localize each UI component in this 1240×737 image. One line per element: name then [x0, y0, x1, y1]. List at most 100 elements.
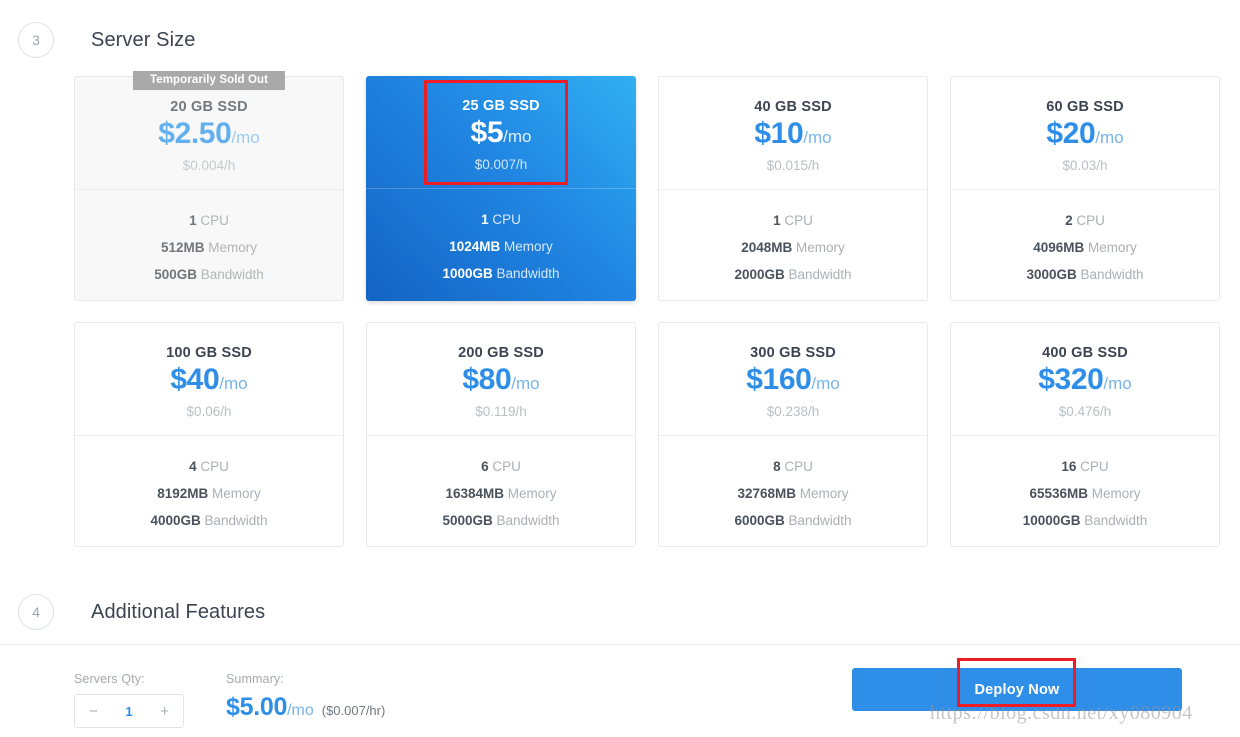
plan-hourly-price: $0.03/h	[1062, 158, 1108, 173]
plan-price-period: /mo	[503, 127, 532, 146]
plan-hourly-price: $0.015/h	[766, 158, 820, 173]
spec-memory: 4096MB Memory	[951, 240, 1219, 255]
plan-price: $80/mo	[367, 365, 635, 395]
plan-card-header: 25 GB SSD $5/mo $0.007/h	[366, 76, 636, 189]
spec-memory-value: 32768MB	[737, 486, 796, 501]
spec-bandwidth-value: 10000GB	[1022, 513, 1081, 528]
spec-cpu: 1 CPU	[659, 213, 927, 228]
page-root: 3 Server Size Temporarily Sold Out 20 GB …	[0, 0, 1240, 737]
decrement-icon[interactable]: −	[89, 703, 98, 720]
plan-price-amount: $80	[462, 363, 512, 396]
spec-cpu-value: 6	[481, 459, 489, 474]
plan-price-period: /mo	[811, 374, 840, 393]
spec-memory-value: 4096MB	[1033, 240, 1085, 255]
spec-cpu-label: CPU	[784, 459, 813, 474]
plan-card-header: 400 GB SSD $320/mo $0.476/h	[951, 323, 1219, 436]
plan-title: 20 GB SSD	[170, 99, 248, 115]
plan-price-amount: $160	[746, 363, 812, 396]
status-badge: Temporarily Sold Out	[132, 71, 286, 90]
spec-bandwidth-label: Bandwidth	[788, 267, 852, 282]
plan-card[interactable]: 300 GB SSD $160/mo $0.238/h 8 CPU 32768MB Me…	[658, 322, 928, 547]
plan-card[interactable]: 60 GB SSD $20/mo $0.03/h 2 CPU 4096MB Memory…	[950, 76, 1220, 301]
quantity-stepper[interactable]: − 1 +	[74, 694, 184, 728]
plan-title: 400 GB SSD	[1042, 345, 1128, 361]
deploy-now-button[interactable]: Deploy Now	[852, 668, 1182, 711]
spec-memory-label: Memory	[208, 240, 258, 255]
spec-cpu-value: 1	[481, 212, 489, 227]
spec-memory: 2048MB Memory	[659, 240, 927, 255]
spec-cpu: 4 CPU	[75, 459, 343, 474]
section-title-additional-features: Additional Features	[91, 600, 266, 623]
plan-title: 200 GB SSD	[458, 345, 544, 361]
plan-price-period: /mo	[219, 374, 248, 393]
server-size-grid: Temporarily Sold Out 20 GB SSD $2.50/mo $0.…	[74, 71, 1220, 547]
plan-card[interactable]: 400 GB SSD $320/mo $0.476/h 16 CPU 65536MB M…	[950, 322, 1220, 547]
spec-bandwidth-value: 4000GB	[150, 513, 201, 528]
plan-price-period: /mo	[803, 128, 832, 147]
plan-price: $160/mo	[659, 365, 927, 395]
quantity-value[interactable]: 1	[125, 704, 132, 719]
plan-hourly-price: $0.06/h	[186, 404, 232, 419]
spec-bandwidth-label: Bandwidth	[200, 267, 264, 282]
spec-memory: 512MB Memory	[75, 240, 343, 255]
spec-bandwidth: 2000GB Bandwidth	[659, 267, 927, 282]
plan-hourly-price: $0.476/h	[1058, 404, 1112, 419]
plan-card-specs: 6 CPU 16384MB Memory 5000GB Bandwidth	[367, 436, 635, 528]
plan-card-header: 20 GB SSD $2.50/mo $0.004/h	[75, 77, 343, 190]
spec-cpu-value: 4	[189, 459, 197, 474]
plan-card-specs: 1 CPU 2048MB Memory 2000GB Bandwidth	[659, 190, 927, 282]
plan-card[interactable]: 25 GB SSD $5/mo $0.007/h 1 CPU 1024MB Memory…	[366, 76, 636, 301]
spec-bandwidth-value: 1000GB	[442, 266, 493, 281]
spec-cpu: 8 CPU	[659, 459, 927, 474]
plan-price: $10/mo	[659, 119, 927, 149]
spec-bandwidth-label: Bandwidth	[204, 513, 268, 528]
spec-memory-value: 65536MB	[1029, 486, 1088, 501]
spec-memory: 32768MB Memory	[659, 486, 927, 501]
plan-card[interactable]: Temporarily Sold Out 20 GB SSD $2.50/mo $0.…	[74, 71, 344, 301]
plan-price-period: /mo	[511, 374, 540, 393]
spec-memory-value: 8192MB	[157, 486, 209, 501]
spec-bandwidth: 500GB Bandwidth	[75, 267, 343, 282]
spec-cpu-value: 1	[189, 213, 197, 228]
plan-price-amount: $10	[754, 117, 804, 150]
spec-cpu-label: CPU	[492, 459, 521, 474]
spec-bandwidth: 10000GB Bandwidth	[951, 513, 1219, 528]
plan-card-header: 200 GB SSD $80/mo $0.119/h	[367, 323, 635, 436]
spec-bandwidth: 4000GB Bandwidth	[75, 513, 343, 528]
spec-cpu-label: CPU	[200, 459, 229, 474]
plan-price-amount: $20	[1046, 117, 1096, 150]
spec-memory-value: 16384MB	[445, 486, 504, 501]
spec-bandwidth-label: Bandwidth	[496, 266, 560, 281]
spec-bandwidth-label: Bandwidth	[1080, 267, 1144, 282]
plan-card[interactable]: 100 GB SSD $40/mo $0.06/h 4 CPU 8192MB Memor…	[74, 322, 344, 547]
spec-memory-label: Memory	[799, 486, 849, 501]
increment-icon[interactable]: +	[160, 703, 169, 720]
spec-cpu-value: 8	[773, 459, 781, 474]
plan-card[interactable]: 200 GB SSD $80/mo $0.119/h 6 CPU 16384MB Mem…	[366, 322, 636, 547]
plan-price: $40/mo	[75, 365, 343, 395]
spec-cpu: 1 CPU	[366, 212, 636, 227]
spec-bandwidth: 3000GB Bandwidth	[951, 267, 1219, 282]
summary-block: Summary: $5.00/mo ($0.007/hr)	[226, 672, 385, 722]
summary-price-amount: $5.00	[226, 693, 288, 721]
plan-title: 25 GB SSD	[462, 98, 540, 114]
spec-memory: 8192MB Memory	[75, 486, 343, 501]
spec-bandwidth-value: 500GB	[154, 267, 197, 282]
plan-price-period: /mo	[231, 128, 260, 147]
plan-card-header: 60 GB SSD $20/mo $0.03/h	[951, 77, 1219, 190]
spec-bandwidth-value: 3000GB	[1026, 267, 1077, 282]
plan-title: 300 GB SSD	[750, 345, 836, 361]
step-number-badge: 3	[18, 22, 54, 58]
spec-bandwidth: 6000GB Bandwidth	[659, 513, 927, 528]
spec-bandwidth-label: Bandwidth	[1084, 513, 1148, 528]
servers-qty-label: Servers Qty:	[74, 672, 145, 686]
spec-memory-value: 2048MB	[741, 240, 793, 255]
spec-bandwidth-value: 2000GB	[734, 267, 785, 282]
spec-bandwidth-label: Bandwidth	[496, 513, 560, 528]
plan-hourly-price: $0.238/h	[766, 404, 820, 419]
plan-card[interactable]: 40 GB SSD $10/mo $0.015/h 1 CPU 2048MB Memor…	[658, 76, 928, 301]
plan-price-amount: $320	[1038, 363, 1104, 396]
spec-cpu: 16 CPU	[951, 459, 1219, 474]
spec-bandwidth: 1000GB Bandwidth	[366, 266, 636, 281]
section-header-server-size: 3 Server Size	[18, 22, 195, 58]
